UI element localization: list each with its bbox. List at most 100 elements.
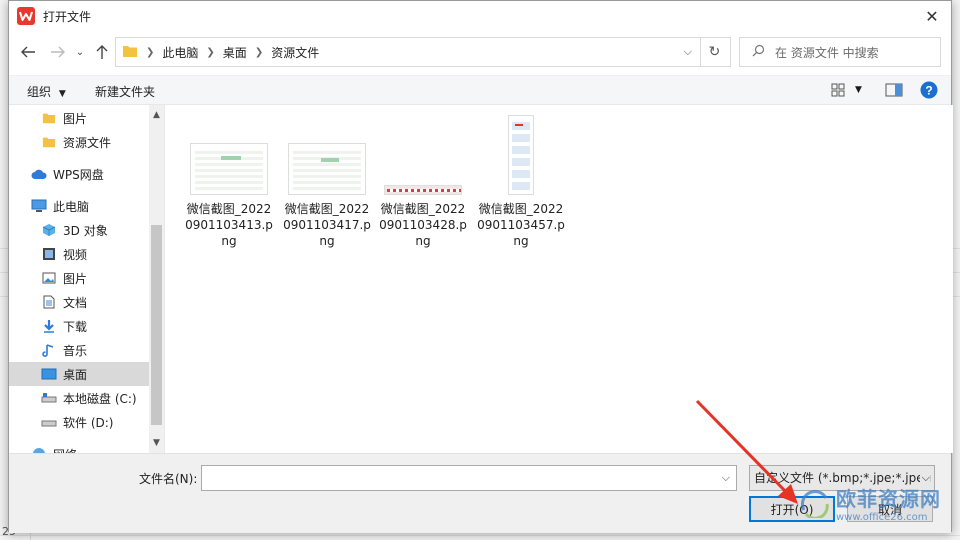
computer-icon xyxy=(31,198,47,214)
watermark-url: www.office26.com xyxy=(836,512,928,523)
nav-item-label: 3D 对象 xyxy=(63,223,108,238)
picture-icon xyxy=(41,270,57,286)
nav-item-resource-files[interactable]: 资源文件 xyxy=(9,130,149,154)
folder-icon xyxy=(41,134,57,150)
nav-item-label: 桌面 xyxy=(63,367,88,382)
open-file-dialog: 打开文件 ✕ ⌄ ❯ 此电脑 ❯ 桌面 ❯ 资源文件 ⌵ ↻ 在 资源文件 中搜… xyxy=(8,0,953,533)
nav-item-label: 资源文件 xyxy=(63,135,112,150)
image-thumbnail xyxy=(288,143,366,195)
address-bar[interactable]: ❯ 此电脑 ❯ 桌面 ❯ 资源文件 ⌵ xyxy=(115,37,701,67)
image-thumbnail xyxy=(190,143,268,195)
chevron-down-icon[interactable]: ⌵ xyxy=(684,45,692,59)
view-dropdown-icon[interactable]: ▼ xyxy=(855,85,862,95)
nav-item-software-d[interactable]: 软件 (D:) xyxy=(9,410,149,434)
nav-item-3d-objects[interactable]: 3D 对象 xyxy=(9,218,149,242)
nav-item-label: 文档 xyxy=(63,295,88,310)
refresh-icon: ↻ xyxy=(708,44,721,60)
breadcrumb-resource-files[interactable]: 资源文件 xyxy=(271,44,319,61)
filename-label: 文件名(N): xyxy=(139,472,198,486)
nav-item-downloads[interactable]: 下载 xyxy=(9,314,149,338)
nav-item-label: WPS网盘 xyxy=(53,167,104,182)
folder-icon xyxy=(122,43,138,62)
desktop-icon xyxy=(41,366,57,382)
view-options-icon[interactable] xyxy=(831,82,847,101)
file-name: 微信截图_20220901103457.png xyxy=(477,202,565,248)
filename-input[interactable]: ⌵ xyxy=(201,465,737,491)
caret-down-icon: ▼ xyxy=(58,89,66,99)
nav-item-pictures[interactable]: 图片 xyxy=(9,266,149,290)
nav-item-label: 下载 xyxy=(63,319,88,334)
nav-pane-scrollbar[interactable]: ▲ ▼ xyxy=(149,105,164,453)
navigation-bar: ⌄ ❯ 此电脑 ❯ 桌面 ❯ 资源文件 ⌵ ↻ 在 资源文件 中搜索 xyxy=(9,35,951,69)
watermark-logo-icon xyxy=(800,489,829,518)
command-toolbar: 组织 ▼ 新建文件夹 ▼ ? xyxy=(9,75,951,105)
nav-item-label: 视频 xyxy=(63,247,88,262)
forward-arrow-icon[interactable] xyxy=(47,41,69,63)
chevron-right-icon: ❯ xyxy=(254,46,264,58)
chevron-right-icon: ❯ xyxy=(146,46,155,58)
chevron-down-icon[interactable]: ⌵ xyxy=(722,471,730,485)
nav-item-wps-cloud[interactable]: WPS网盘 xyxy=(9,162,149,186)
file-item[interactable]: 微信截图_20220901103428.png xyxy=(377,141,469,249)
image-thumbnail xyxy=(384,185,462,195)
wps-logo-icon xyxy=(17,7,35,25)
nav-item-local-disk-c[interactable]: 本地磁盘 (C:) xyxy=(9,386,149,410)
scroll-down-icon[interactable]: ▼ xyxy=(149,435,164,451)
file-item[interactable]: 微信截图_20220901103413.png xyxy=(183,141,275,249)
file-name: 微信截图_20220901103413.png xyxy=(185,202,273,248)
music-icon xyxy=(41,342,57,358)
search-placeholder: 在 资源文件 中搜索 xyxy=(775,45,879,60)
chevron-right-icon: ❯ xyxy=(206,46,215,58)
navigation-pane: 图片 资源文件 WPS网盘 此电脑 3D 对象 视频 图片 文档 下载 音乐 桌… xyxy=(9,105,164,453)
dialog-footer: 文件名(N): ⌵ 自定义文件 (*.bmp;*.jpe;*.jpeg ⌵ 打开… xyxy=(9,453,951,533)
nav-item-label: 此电脑 xyxy=(53,199,90,214)
site-watermark: 欧菲资源网 www.office26.com xyxy=(800,483,941,523)
recent-locations-icon[interactable]: ⌄ xyxy=(69,41,91,63)
file-list-pane: 微信截图_20220901103413.png 微信截图_20220901103… xyxy=(164,105,953,453)
image-thumbnail xyxy=(508,115,534,195)
file-item[interactable]: 微信截图_20220901103457.png xyxy=(475,115,567,249)
nav-item-videos[interactable]: 视频 xyxy=(9,242,149,266)
nav-item-label: 图片 xyxy=(63,111,88,126)
nav-item-network[interactable]: 网络 xyxy=(9,442,149,453)
refresh-button[interactable]: ↻ xyxy=(699,37,731,67)
nav-item-label: 本地磁盘 (C:) xyxy=(63,391,137,406)
nav-item-label: 图片 xyxy=(63,271,88,286)
search-icon xyxy=(752,44,765,60)
organize-menu[interactable]: 组织 ▼ xyxy=(27,83,66,100)
nav-item-music[interactable]: 音乐 xyxy=(9,338,149,362)
cube-icon xyxy=(41,222,57,238)
file-item[interactable]: 微信截图_20220901103417.png xyxy=(281,141,373,249)
folder-icon xyxy=(41,110,57,126)
scroll-thumb[interactable] xyxy=(151,225,162,425)
nav-item-label: 网络 xyxy=(53,446,77,454)
watermark-text: 欧菲资源网 xyxy=(836,487,941,511)
svg-text:?: ? xyxy=(925,84,932,98)
drive-icon xyxy=(41,390,57,406)
new-folder-button[interactable]: 新建文件夹 xyxy=(95,83,155,100)
back-arrow-icon[interactable] xyxy=(17,41,39,63)
close-button[interactable]: ✕ xyxy=(917,3,947,29)
scroll-up-icon[interactable]: ▲ xyxy=(149,107,164,123)
nav-item-documents[interactable]: 文档 xyxy=(9,290,149,314)
breadcrumb-this-pc[interactable]: 此电脑 xyxy=(162,44,198,61)
title-bar: 打开文件 xyxy=(9,1,951,31)
breadcrumb-desktop[interactable]: 桌面 xyxy=(223,44,247,61)
cloud-icon xyxy=(31,166,47,182)
preview-pane-icon[interactable] xyxy=(885,82,903,101)
search-box[interactable]: 在 资源文件 中搜索 xyxy=(739,37,941,67)
file-name: 微信截图_20220901103428.png xyxy=(379,202,467,248)
document-icon xyxy=(41,294,57,310)
nav-item-this-pc[interactable]: 此电脑 xyxy=(9,194,149,218)
nav-item-pictures-quick[interactable]: 图片 xyxy=(9,106,149,130)
network-icon xyxy=(31,446,47,453)
nav-item-desktop[interactable]: 桌面 xyxy=(9,362,149,386)
nav-item-label: 音乐 xyxy=(63,343,88,358)
nav-item-label: 软件 (D:) xyxy=(63,415,114,430)
video-icon xyxy=(41,246,57,262)
download-icon xyxy=(41,318,57,334)
up-arrow-icon[interactable] xyxy=(91,41,113,63)
help-icon[interactable]: ? xyxy=(920,81,938,102)
organize-label: 组织 xyxy=(27,85,52,99)
dialog-title: 打开文件 xyxy=(43,9,92,24)
